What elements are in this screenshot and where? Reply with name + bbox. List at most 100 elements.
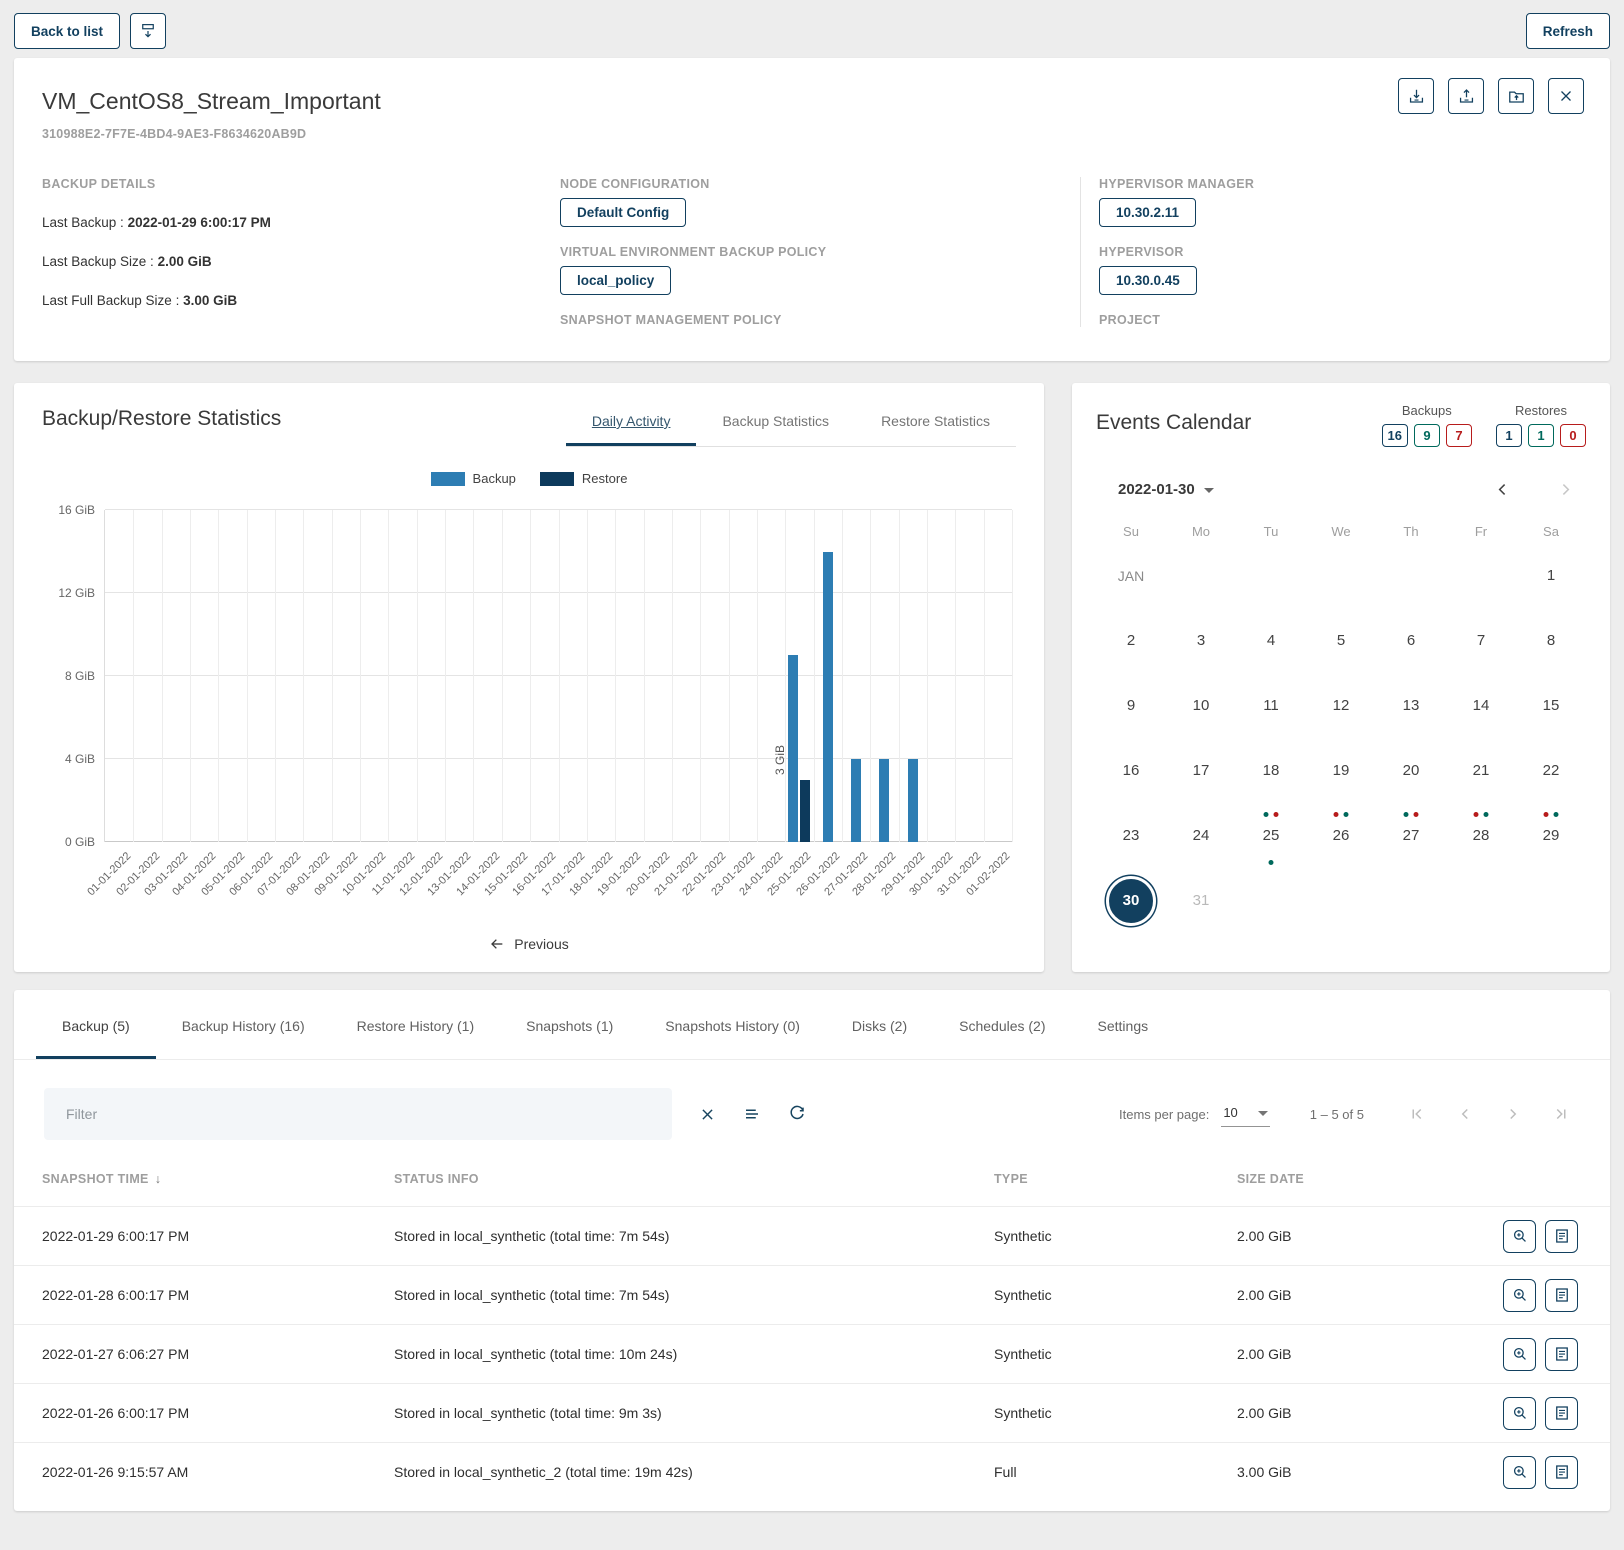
calendar-day-28[interactable]: 28 bbox=[1446, 803, 1516, 868]
chevron-right-icon bbox=[1557, 481, 1574, 498]
restore-bar bbox=[800, 780, 810, 842]
calendar-day-10[interactable]: 10 bbox=[1166, 673, 1236, 738]
calendar-day-29[interactable]: 29 bbox=[1516, 803, 1586, 868]
calendar-day-20[interactable]: 20 bbox=[1376, 738, 1446, 803]
calendar-day-4[interactable]: 4 bbox=[1236, 608, 1306, 673]
tab-snapshots-history-0[interactable]: Snapshots History (0) bbox=[639, 990, 826, 1059]
calendar-day-2[interactable]: 2 bbox=[1096, 608, 1166, 673]
calendar-day-24[interactable]: 24 bbox=[1166, 803, 1236, 868]
col-size-date[interactable]: SIZE DATE bbox=[1237, 1172, 1479, 1186]
clear-filter-button[interactable] bbox=[699, 1105, 716, 1123]
list-icon bbox=[743, 1105, 761, 1123]
snapshot-details-button[interactable] bbox=[1503, 1397, 1536, 1430]
calendar-next-button[interactable] bbox=[1557, 481, 1574, 498]
back-to-list-button[interactable]: Back to list bbox=[14, 13, 120, 49]
calendar-day-7[interactable]: 7 bbox=[1446, 608, 1516, 673]
cell-time: 2022-01-29 6:00:17 PM bbox=[42, 1228, 394, 1244]
ve-backup-policy-chip[interactable]: local_policy bbox=[560, 266, 671, 295]
calendar-day-11[interactable]: 11 bbox=[1236, 673, 1306, 738]
snapshot-report-button[interactable] bbox=[1545, 1397, 1578, 1430]
calendar-date-dropdown[interactable]: 2022-01-30 bbox=[1118, 481, 1214, 498]
refresh-button[interactable]: Refresh bbox=[1526, 13, 1610, 49]
calendar-day-14[interactable]: 14 bbox=[1446, 673, 1516, 738]
tab-backup-statistics[interactable]: Backup Statistics bbox=[696, 401, 855, 446]
calendar-empty-cell bbox=[1516, 868, 1586, 933]
backup-details-section: BACKUP DETAILS Last Backup : 2022-01-29 … bbox=[42, 177, 560, 327]
calendar-day-23[interactable]: 23 bbox=[1096, 803, 1166, 868]
calendar-day-6[interactable]: 6 bbox=[1376, 608, 1446, 673]
green-event-dot bbox=[1554, 812, 1559, 817]
next-page-button[interactable] bbox=[1504, 1105, 1522, 1123]
last-page-button[interactable] bbox=[1552, 1105, 1570, 1123]
scroll-down-button[interactable] bbox=[130, 13, 166, 49]
col-status-info[interactable]: STATUS INFO bbox=[394, 1172, 994, 1186]
snapshot-details-button[interactable] bbox=[1503, 1279, 1536, 1312]
delete-button[interactable] bbox=[1548, 78, 1584, 114]
hypervisor-manager-chip[interactable]: 10.30.2.11 bbox=[1099, 198, 1196, 227]
chart-previous-button[interactable]: Previous bbox=[42, 930, 1016, 958]
calendar-day-21[interactable]: 21 bbox=[1446, 738, 1516, 803]
calendar-day-18[interactable]: 18 bbox=[1236, 738, 1306, 803]
col-type[interactable]: TYPE bbox=[994, 1172, 1237, 1186]
hypervisor-chip[interactable]: 10.30.0.45 bbox=[1099, 266, 1197, 295]
cell-time: 2022-01-27 6:06:27 PM bbox=[42, 1346, 394, 1362]
calendar-day-1[interactable]: 1 bbox=[1516, 543, 1586, 608]
calendar-empty-cell bbox=[1446, 543, 1516, 608]
snapshot-details-button[interactable] bbox=[1503, 1456, 1536, 1489]
calendar-day-17[interactable]: 17 bbox=[1166, 738, 1236, 803]
calendar-day-16[interactable]: 16 bbox=[1096, 738, 1166, 803]
snapshot-details-button[interactable] bbox=[1503, 1338, 1536, 1371]
calendar-day-5[interactable]: 5 bbox=[1306, 608, 1376, 673]
calendar-day-30[interactable]: 30 bbox=[1096, 868, 1166, 933]
sort-desc-icon: ↓ bbox=[155, 1172, 162, 1186]
restore-button[interactable] bbox=[1448, 78, 1484, 114]
backup-button[interactable] bbox=[1398, 78, 1434, 114]
snapshot-details-button[interactable] bbox=[1503, 1220, 1536, 1253]
calendar-day-22[interactable]: 22 bbox=[1516, 738, 1586, 803]
calendar-day-9[interactable]: 9 bbox=[1096, 673, 1166, 738]
tab-snapshots-1[interactable]: Snapshots (1) bbox=[500, 990, 639, 1059]
items-per-page-select[interactable]: 10 bbox=[1221, 1102, 1269, 1127]
tab-restore-statistics[interactable]: Restore Statistics bbox=[855, 401, 1016, 446]
calendar-day-13[interactable]: 13 bbox=[1376, 673, 1446, 738]
calendar-day-25[interactable]: 25 bbox=[1236, 803, 1306, 868]
prev-page-button[interactable] bbox=[1456, 1105, 1474, 1123]
calendar-day-3[interactable]: 3 bbox=[1166, 608, 1236, 673]
tab-backup-history-16[interactable]: Backup History (16) bbox=[156, 990, 331, 1059]
tab-daily-activity[interactable]: Daily Activity bbox=[566, 401, 697, 446]
tab-disks-2[interactable]: Disks (2) bbox=[826, 990, 933, 1059]
tab-schedules-2[interactable]: Schedules (2) bbox=[933, 990, 1071, 1059]
backup-bar bbox=[879, 759, 889, 842]
mount-button[interactable] bbox=[1498, 78, 1534, 114]
report-icon bbox=[1553, 1463, 1571, 1481]
reload-table-button[interactable] bbox=[788, 1105, 806, 1123]
filter-input[interactable] bbox=[44, 1106, 672, 1122]
weekday-label: Su bbox=[1096, 524, 1166, 539]
col-snapshot-time[interactable]: SNAPSHOT TIME↓ bbox=[42, 1172, 394, 1186]
first-page-button[interactable] bbox=[1408, 1105, 1426, 1123]
snapshot-report-button[interactable] bbox=[1545, 1220, 1578, 1253]
calendar-day-8[interactable]: 8 bbox=[1516, 608, 1586, 673]
backup-bar bbox=[788, 655, 798, 842]
cell-status: Stored in local_synthetic (total time: 9… bbox=[394, 1405, 994, 1421]
calendar-day-12[interactable]: 12 bbox=[1306, 673, 1376, 738]
column-options-button[interactable] bbox=[743, 1105, 761, 1123]
snapshot-report-button[interactable] bbox=[1545, 1338, 1578, 1371]
calendar-day-27[interactable]: 27 bbox=[1376, 803, 1446, 868]
snapshot-report-button[interactable] bbox=[1545, 1456, 1578, 1489]
tab-backup-5[interactable]: Backup (5) bbox=[36, 990, 156, 1059]
snapshot-report-button[interactable] bbox=[1545, 1279, 1578, 1312]
cell-size: 3.00 GiB bbox=[1237, 1464, 1479, 1480]
legend-restore-swatch bbox=[540, 472, 574, 486]
calendar-day-26[interactable]: 26 bbox=[1306, 803, 1376, 868]
calendar-prev-button[interactable] bbox=[1494, 481, 1511, 498]
tab-restore-history-1[interactable]: Restore History (1) bbox=[331, 990, 500, 1059]
tab-settings[interactable]: Settings bbox=[1072, 990, 1175, 1059]
page-title: VM_CentOS8_Stream_Important bbox=[42, 88, 1582, 115]
node-config-chip[interactable]: Default Config bbox=[560, 198, 686, 227]
calendar-day-15[interactable]: 15 bbox=[1516, 673, 1586, 738]
backup-details-heading: BACKUP DETAILS bbox=[42, 177, 560, 191]
last-full-backup-size-row: Last Full Backup Size : 3.00 GiB bbox=[42, 293, 560, 308]
calendar-day-19[interactable]: 19 bbox=[1306, 738, 1376, 803]
calendar-day-31[interactable]: 31 bbox=[1166, 868, 1236, 933]
